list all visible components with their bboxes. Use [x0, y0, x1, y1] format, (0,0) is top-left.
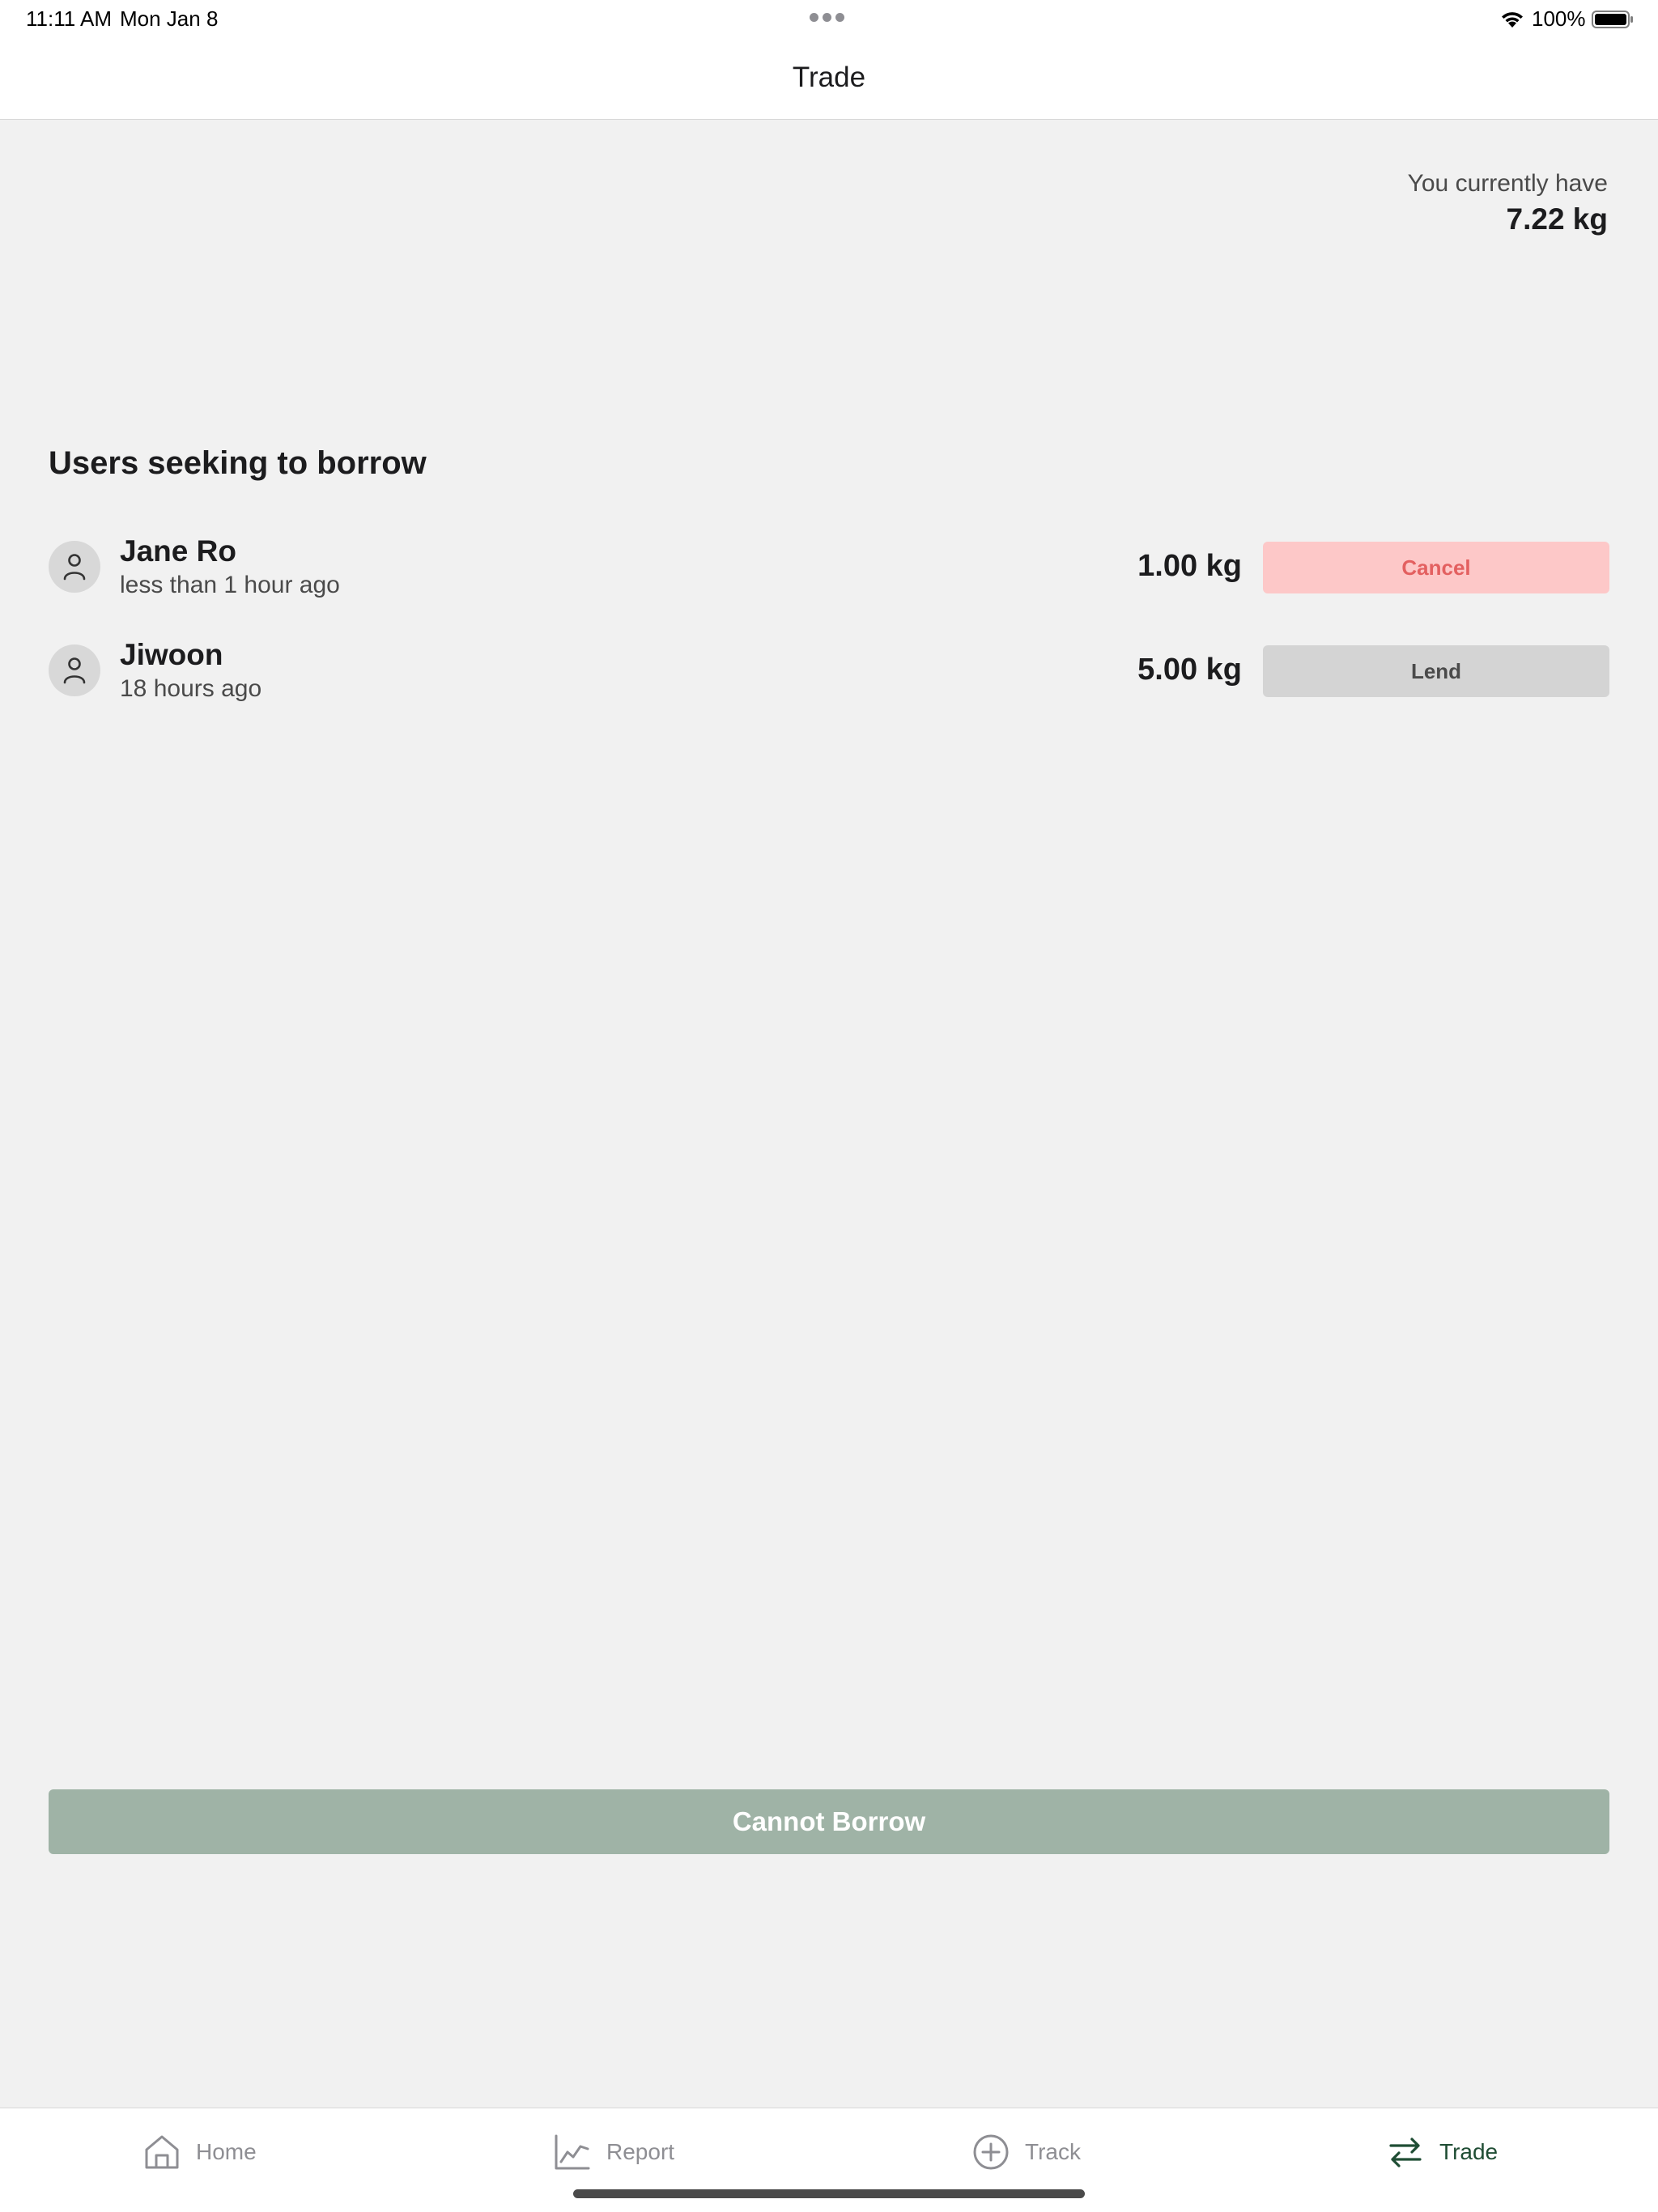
status-date: Mon Jan 8: [120, 6, 219, 31]
person-icon: [63, 554, 86, 581]
status-bar: 11:11 AM Mon Jan 8 100%: [0, 0, 1658, 39]
request-amount: 1.00 kg: [1137, 549, 1242, 583]
trade-screen: 11:11 AM Mon Jan 8 100% Trade You curren…: [0, 0, 1658, 2212]
request-time: 18 hours ago: [120, 675, 262, 702]
tab-label: Trade: [1439, 2139, 1499, 2164]
home-indicator[interactable]: [573, 2189, 1085, 2198]
user-name: Jane Ro: [120, 534, 236, 568]
lend-button[interactable]: Lend: [1263, 645, 1609, 697]
balance-value: 7.22 kg: [1506, 202, 1608, 236]
chart-line-icon: [555, 2134, 590, 2170]
page-title: Trade: [792, 62, 866, 93]
home-icon: [145, 2135, 179, 2169]
list-item: Jane Ro less than 1 hour ago 1.00 kg Can…: [0, 526, 1658, 607]
tab-label: Report: [606, 2139, 675, 2164]
battery-percent: 100%: [1532, 6, 1586, 31]
list-item: Jiwoon 18 hours ago 5.00 kg Lend: [0, 630, 1658, 711]
battery-icon: [1592, 11, 1633, 28]
tab-label: Home: [196, 2139, 257, 2164]
tab-label: Track: [1025, 2139, 1081, 2164]
user-name: Jiwoon: [120, 638, 223, 671]
avatar: [49, 541, 100, 593]
plus-circle-icon: [973, 2134, 1009, 2170]
request-time: less than 1 hour ago: [120, 572, 340, 598]
tab-home[interactable]: Home: [142, 2129, 257, 2175]
avatar: [49, 644, 100, 696]
request-amount: 5.00 kg: [1137, 653, 1242, 687]
section-title: Users seeking to borrow: [49, 445, 427, 481]
navigation-bar: Trade: [0, 39, 1658, 120]
balance-label: You currently have: [1407, 170, 1608, 197]
tab-track[interactable]: Track: [971, 2129, 1081, 2175]
cancel-button[interactable]: Cancel: [1263, 542, 1609, 593]
tab-trade[interactable]: Trade: [1386, 2129, 1498, 2175]
arrows-swap-icon: [1389, 2138, 1422, 2167]
status-time: 11:11 AM: [26, 6, 112, 31]
tab-report[interactable]: Report: [553, 2129, 674, 2175]
multitasking-dots-icon[interactable]: [810, 11, 848, 23]
wifi-icon: [1502, 12, 1523, 28]
person-icon: [63, 657, 86, 684]
borrow-button[interactable]: Cannot Borrow: [49, 1789, 1609, 1854]
